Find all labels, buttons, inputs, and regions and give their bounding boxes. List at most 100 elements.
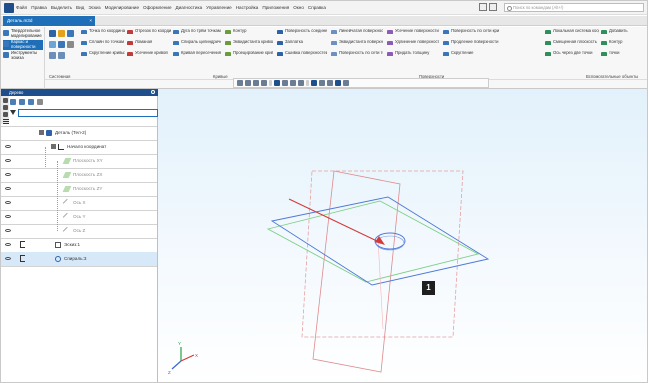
point-by-coords-button[interactable]: Точка по координатам (81, 29, 125, 34)
menu-select[interactable]: Выделить (51, 5, 72, 10)
add-thickness-button[interactable]: Придать толщину (387, 51, 439, 56)
app-logo-icon[interactable] (4, 2, 14, 13)
3d-viewport[interactable]: X Y Z 1 (158, 89, 647, 383)
zoom-fit-icon[interactable] (237, 80, 243, 86)
mode-solid-modeling[interactable]: Твердотельное моделирование (3, 29, 43, 39)
pan-icon[interactable] (253, 80, 259, 86)
contour-aux-button[interactable]: Контур (601, 40, 645, 45)
section-system-label[interactable]: Системная (49, 74, 70, 79)
scene-canvas[interactable]: X Y Z (158, 89, 647, 383)
axis-two-points-button[interactable]: Ось через две точки (545, 51, 599, 56)
stitch-surfaces-button[interactable]: Сшивка поверхностей (277, 51, 327, 56)
tree-node-plane-zy[interactable]: Плоскость ZY (1, 182, 157, 196)
section-view-icon[interactable] (290, 80, 296, 86)
tree-structure-icon[interactable] (10, 98, 16, 105)
extend-surface-button[interactable]: Удлинение поверхности (387, 40, 439, 45)
measure-icon[interactable] (298, 80, 304, 86)
relations-icon[interactable] (20, 255, 25, 262)
more-options-icon[interactable] (343, 80, 349, 86)
layout-tiles-icon[interactable] (489, 3, 497, 11)
surface-offset-button[interactable]: Эквидистанта поверхности (331, 40, 383, 45)
segment-by-coords-button[interactable]: Отрезок по координатам (127, 29, 171, 34)
save-icon[interactable] (67, 30, 74, 37)
visibility-eye-icon[interactable] (5, 257, 11, 260)
spline-by-points-button[interactable]: Сплайн по точкам (81, 40, 125, 45)
visibility-eye-icon[interactable] (5, 243, 11, 246)
expand-arrow-icon[interactable] (51, 144, 56, 149)
prolong-surface-button[interactable]: Продление поверхности (443, 40, 499, 45)
menu-settings[interactable]: Настройка (236, 5, 259, 10)
document-tab[interactable]: Деталь.m3d × (3, 16, 95, 26)
redo-icon[interactable] (58, 52, 65, 59)
tree-view-icon[interactable] (19, 98, 25, 105)
hide-icon[interactable] (319, 80, 325, 86)
close-tab-icon[interactable]: × (89, 16, 92, 26)
tree-tab-icon[interactable] (2, 98, 8, 103)
command-search-input[interactable]: Поиск по командам (Alt+/) (504, 3, 644, 12)
points-button[interactable]: точки (601, 51, 645, 56)
filter-icon[interactable] (10, 110, 16, 115)
curve-offset-button[interactable]: Эквидистанта кривой (225, 40, 273, 45)
menu-edit[interactable]: Правка (31, 5, 47, 10)
section-curves-label[interactable]: Кривые (213, 74, 228, 79)
menu-view[interactable]: Вид (76, 5, 84, 10)
tree-node-axis-x[interactable]: Ось X (1, 196, 157, 210)
layout-single-icon[interactable] (479, 3, 487, 11)
intersection-curve-button[interactable]: Кривая пересечения (173, 51, 221, 56)
tree-node-origin[interactable]: Начало координат (1, 140, 157, 154)
trim-curve-button[interactable]: Усечение кривой (127, 51, 171, 56)
trim-surface-button[interactable]: Усечение поверхности (387, 29, 439, 34)
copy-icon[interactable] (49, 41, 56, 48)
print-icon[interactable] (58, 41, 65, 48)
menu-help[interactable]: Справка (308, 5, 326, 10)
menu-window[interactable]: Окно (293, 5, 304, 10)
tree-node-axis-z[interactable]: Ось Z (1, 224, 157, 238)
polyline-button[interactable]: Ломаная (127, 40, 171, 45)
offset-plane-button[interactable]: Смещенная плоскость (545, 40, 599, 45)
mode-surfaces[interactable]: Каркас и поверхности (3, 40, 43, 50)
orientation-icon[interactable] (274, 80, 280, 86)
menu-sketch[interactable]: Эскиз (88, 5, 100, 10)
tree-menu-icon[interactable] (3, 119, 9, 124)
curve-projection-button[interactable]: Проецирование кривой (225, 51, 273, 56)
tree-node-helix[interactable]: Спираль:3 (1, 252, 157, 266)
new-doc-icon[interactable] (49, 30, 56, 37)
layers-tab-icon[interactable] (2, 105, 8, 110)
cylindrical-helix-button[interactable]: Спираль цилиндрическая (173, 40, 221, 45)
menu-modeling[interactable]: Моделирование (105, 5, 139, 10)
relations-icon[interactable] (20, 241, 25, 248)
local-cs-button[interactable]: Локальная система коорд. (545, 29, 599, 34)
visibility-eye-icon[interactable] (5, 229, 11, 232)
visibility-eye-icon[interactable] (5, 145, 11, 148)
surface-by-point-grid-button[interactable]: Поверхность по сети точек (331, 51, 383, 56)
tree-node-plane-xy[interactable]: Плоскость XY (1, 154, 157, 168)
contour-button[interactable]: Контур (225, 29, 273, 34)
undo-icon[interactable] (49, 52, 56, 59)
visibility-eye-icon[interactable] (5, 215, 11, 218)
tree-node-plane-zx[interactable]: Плоскость ZX (1, 168, 157, 182)
tree-node-sketch[interactable]: Эскиз:1 (1, 238, 157, 252)
pin-icon[interactable] (151, 90, 155, 94)
ruled-surface-button[interactable]: Линейчатая поверхность (331, 29, 383, 34)
visibility-eye-icon[interactable] (5, 201, 11, 204)
tree-refresh-icon[interactable] (28, 98, 34, 105)
zoom-icon[interactable] (245, 80, 251, 86)
tree-node-axis-y[interactable]: Ось Y (1, 210, 157, 224)
menu-apps[interactable]: Приложения (262, 5, 289, 10)
tree-search-input[interactable] (18, 108, 158, 117)
curve-fillet-button[interactable]: Скругление кривых (81, 51, 125, 56)
visibility-eye-icon[interactable] (5, 173, 11, 176)
menu-design[interactable]: Оформление (143, 5, 172, 10)
surface-by-curve-grid-button[interactable]: Поверхность по сети кривых (443, 29, 499, 34)
section-aux-objects-label[interactable]: Вспомогательные объекты (586, 74, 638, 79)
settings-icon[interactable] (67, 41, 74, 48)
mode-sketch-tools[interactable]: Инструменты эскиза (3, 51, 43, 61)
patch-button[interactable]: Заплатка (277, 40, 327, 45)
layers-icon[interactable] (327, 80, 333, 86)
visibility-eye-icon[interactable] (5, 159, 11, 162)
menu-diagnostics[interactable]: Диагностика (176, 5, 203, 10)
arc-3-points-button[interactable]: Дуга по трём точкам (173, 29, 221, 34)
tree-options-icon[interactable] (37, 98, 43, 105)
properties-tab-icon[interactable] (2, 112, 8, 117)
open-folder-icon[interactable] (58, 30, 65, 37)
